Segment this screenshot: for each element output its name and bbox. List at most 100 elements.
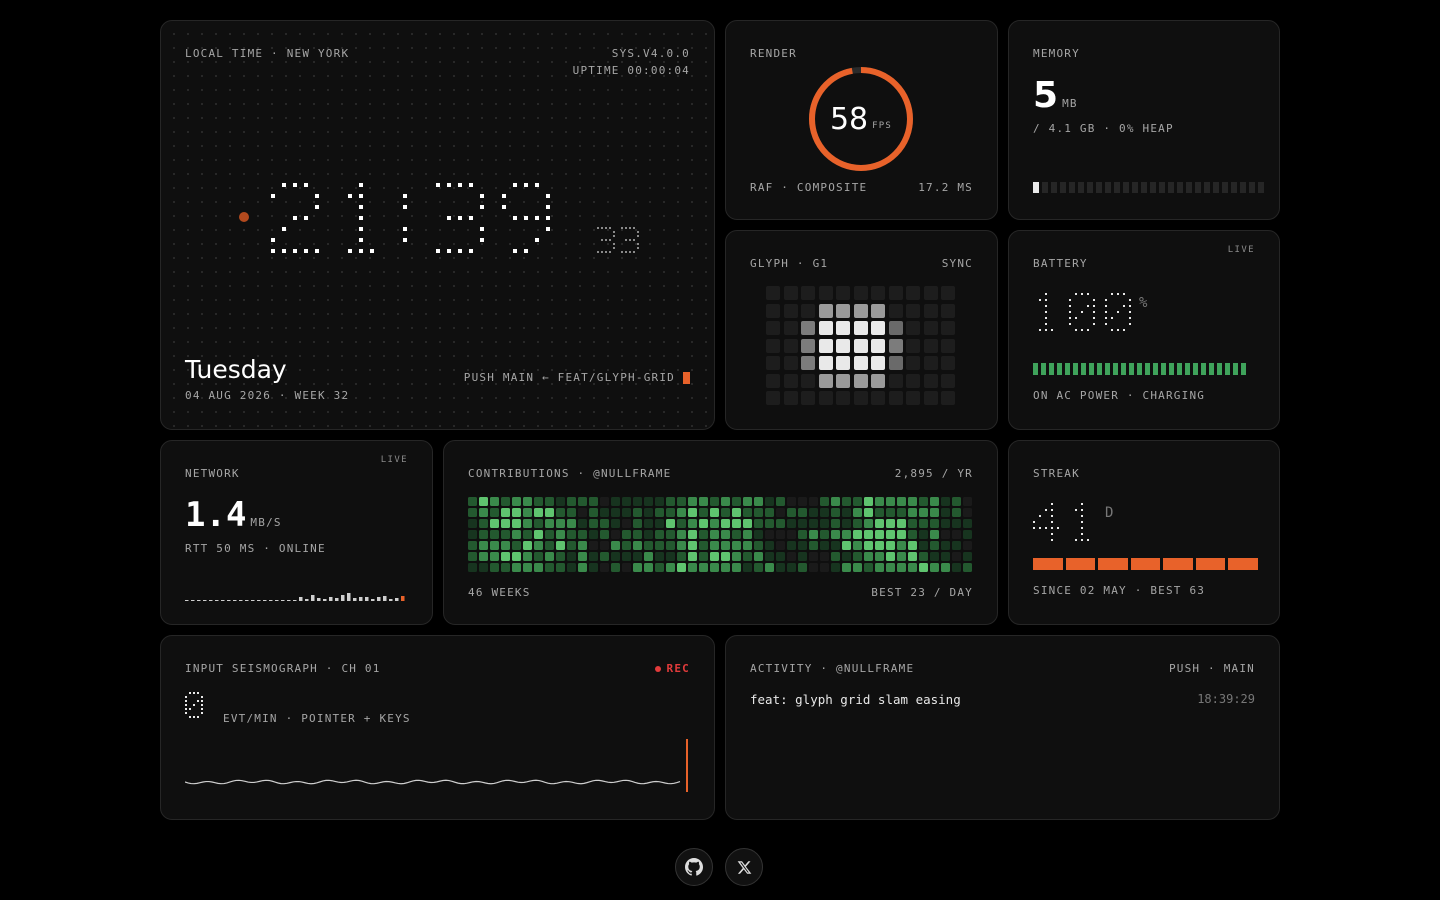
contribution-cell [666,508,675,517]
contribution-cell [930,530,939,539]
streak-bar [1065,558,1095,570]
commit-line[interactable]: PUSH MAIN ← FEAT/GLYPH-GRID [464,371,690,384]
network-unit: MB/S [250,516,282,529]
contribution-cell [963,563,972,572]
clock-seconds-dot [633,251,635,253]
contribution-cell [468,563,477,572]
contribution-cell [776,541,785,550]
contribution-cell [567,508,576,517]
glyph-cell [923,356,938,370]
contribution-cell [655,552,664,561]
memory-segment [1222,182,1228,193]
glyph-cell [853,391,868,405]
glyph-cell [783,303,798,318]
contribution-cell [556,497,565,506]
contribution-cell [611,508,620,517]
contribution-cell [908,530,917,539]
contribution-cell [479,530,488,539]
contribution-cell [919,552,928,561]
network-bar [359,597,363,601]
clock-digit-dot [271,194,275,198]
activity-item[interactable]: feat: glyph grid slam easing 18:39:29 [750,692,1255,707]
network-bar [401,596,405,601]
battery-bar [1145,363,1150,375]
clock-digit-dot [480,238,484,242]
contribution-cell [622,552,631,561]
battery-digit-dot [1075,317,1077,319]
contribution-cell [952,563,961,572]
contribution-cell [545,497,554,506]
clock-digit-dot [535,238,539,242]
contribution-cell [479,541,488,550]
contribution-cell [578,519,587,528]
contribution-cell [864,497,873,506]
streak-digit-dot [1081,515,1083,517]
network-card: NETWORK LIVE 1.4 MB/S RTT 50 MS · ONLINE [160,440,433,625]
contribution-cell [589,552,598,561]
clock-seconds-dot [621,227,623,229]
streak-digit-dot [1081,539,1083,541]
clock-digit-dot [359,205,363,209]
contribution-cell [820,508,829,517]
contribution-cell [754,530,763,539]
glyph-cell [906,321,920,335]
github-link[interactable] [675,848,713,886]
battery-digit-dot [1105,323,1107,325]
clock-digit-dot [513,249,517,253]
contribution-cell [754,519,763,528]
battery-level-bars [1033,363,1246,375]
clock-seconds-dot [625,239,627,241]
contribution-cell [721,530,730,539]
glyph-cell [871,338,885,353]
contribution-cell [875,519,884,528]
contribution-cell [853,563,862,572]
network-bar [287,600,291,601]
contribution-cell [963,552,972,561]
glyph-cell [941,391,955,405]
contribution-cell [798,530,807,539]
seismograph-digit-dot [185,712,187,714]
contribution-cell [776,563,785,572]
network-bar [215,600,219,601]
streak-digit-dot [1039,527,1041,529]
network-readout: 1.4 MB/S [185,495,282,535]
network-bar [347,593,351,601]
battery-digit-dot [1081,293,1083,295]
contribution-cell [644,497,653,506]
contribution-cell [534,530,543,539]
rec-dot-icon [654,665,661,672]
contribution-cell [523,552,532,561]
memory-segment [1033,182,1039,193]
battery-live-badge: LIVE [1227,245,1255,255]
contributions-weeks: 46 WEEKS [468,586,531,599]
contribution-cell [798,508,807,517]
battery-bar [1097,363,1102,375]
contribution-cell [897,519,906,528]
contribution-cell [644,563,653,572]
contribution-cell [556,552,565,561]
memory-readout: 5 MB [1033,75,1078,116]
streak-label: STREAK [1033,467,1080,480]
battery-digit-dot [1129,299,1131,301]
contribution-cell [534,497,543,506]
contribution-cell [589,563,598,572]
clock-digit-dot [447,216,451,220]
streak-digit-dot [1051,533,1053,535]
contribution-cell [776,552,785,561]
memory-label: MEMORY [1033,47,1080,60]
contribution-cell [765,497,774,506]
clock-digit-dot [546,227,550,231]
contribution-cell [853,519,862,528]
glyph-cell [941,356,955,370]
network-bar [209,600,213,601]
contribution-cell [930,563,939,572]
streak-unit: D [1105,505,1115,521]
contribution-cell [820,552,829,561]
contributions-best: BEST 23 / DAY [871,586,973,599]
rec-indicator[interactable]: REC [654,662,690,675]
memory-segment [1150,182,1156,193]
contribution-cell [941,563,950,572]
x-link[interactable] [725,848,763,886]
contribution-cell [919,519,928,528]
glyph-cell [818,286,833,300]
